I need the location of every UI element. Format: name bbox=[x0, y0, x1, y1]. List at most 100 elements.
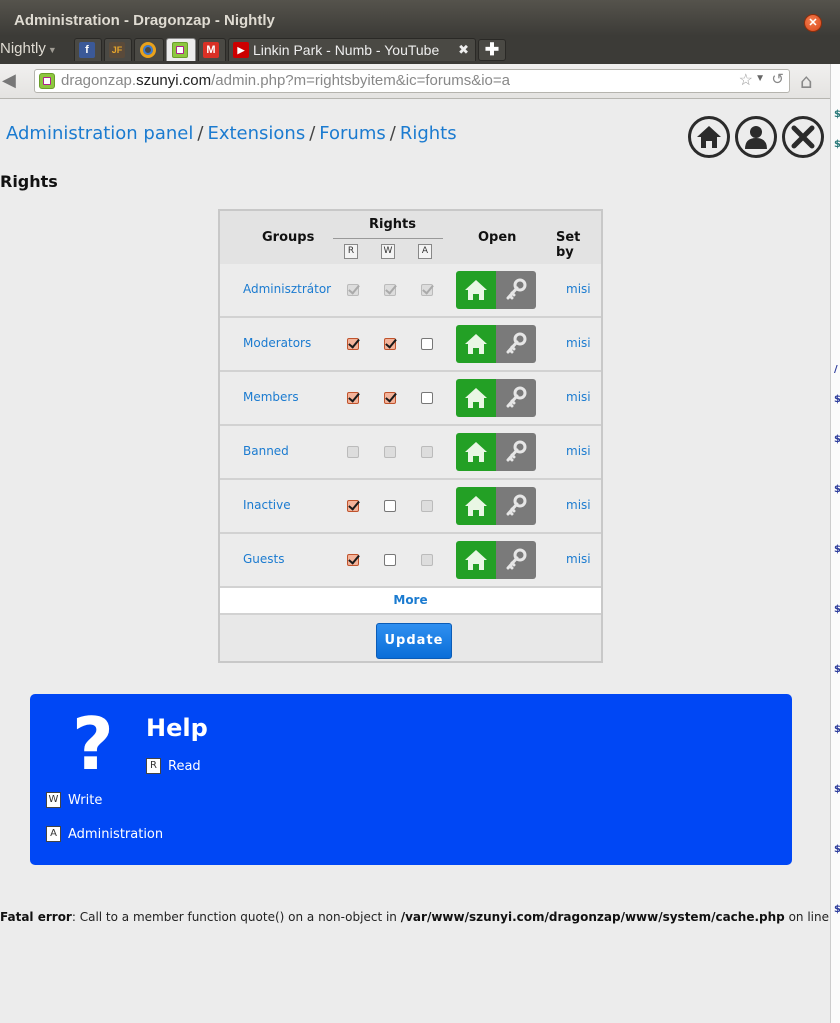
error-label: Fatal error bbox=[0, 910, 72, 924]
strip-mark: / bbox=[834, 364, 838, 375]
w-right-checkbox[interactable] bbox=[384, 554, 396, 566]
url-text[interactable]: dragonzap.szunyi.com/admin.php?m=rightsb… bbox=[61, 72, 510, 89]
r-right-checkbox[interactable] bbox=[347, 500, 359, 512]
open-key-icon[interactable] bbox=[496, 487, 536, 525]
tab-youtube[interactable]: ▶ Linkin Park - Numb - YouTube ✖ bbox=[228, 38, 476, 61]
r-right-checkbox[interactable] bbox=[347, 554, 359, 566]
open-home-icon[interactable] bbox=[456, 541, 496, 579]
a-right-checkbox[interactable] bbox=[421, 392, 433, 404]
open-actions bbox=[456, 433, 536, 471]
browser-home-icon[interactable]: ⌂ bbox=[800, 69, 813, 93]
open-key-icon[interactable] bbox=[496, 325, 536, 363]
tab-jf[interactable]: JF bbox=[104, 38, 132, 61]
r-right-checkbox bbox=[347, 446, 359, 458]
strip-mark: $ bbox=[834, 724, 840, 735]
groups-header: Groups bbox=[262, 230, 315, 245]
set-by-header: Set by bbox=[556, 230, 581, 260]
tab-firefox[interactable] bbox=[134, 38, 164, 61]
bookmark-star-icon[interactable]: ☆ bbox=[739, 70, 753, 90]
open-actions bbox=[456, 379, 536, 417]
strip-mark: $ bbox=[834, 484, 840, 495]
user-icon[interactable] bbox=[735, 116, 777, 158]
a-right-checkbox[interactable] bbox=[421, 338, 433, 350]
strip-mark: $ bbox=[834, 109, 840, 120]
back-arrow-icon[interactable]: ◀ bbox=[2, 70, 16, 91]
tab-close-icon[interactable]: ✖ bbox=[458, 42, 469, 58]
open-actions bbox=[456, 325, 536, 363]
read-key-badge: R bbox=[344, 244, 358, 259]
nightly-menu[interactable]: Nightly ▼ bbox=[0, 40, 57, 57]
strip-mark: $ bbox=[834, 604, 840, 615]
close-icon[interactable] bbox=[782, 116, 824, 158]
open-key-icon[interactable] bbox=[496, 271, 536, 309]
tab-bar: Nightly ▼ f JF M ▶ Linkin Park - Numb - Y… bbox=[0, 36, 840, 64]
youtube-icon: ▶ bbox=[233, 42, 249, 58]
group-name-link[interactable]: Banned bbox=[243, 444, 289, 458]
group-name-link[interactable]: Guests bbox=[243, 552, 285, 566]
update-button[interactable]: Update bbox=[376, 623, 452, 659]
url-bar[interactable]: dragonzap.szunyi.com/admin.php?m=rightsb… bbox=[34, 69, 790, 93]
page-content: Administration panel / Extensions / Forums / R… bbox=[0, 99, 830, 1023]
table-row: Moderators misi bbox=[220, 318, 601, 372]
a-right-checkbox bbox=[421, 500, 433, 512]
open-key-icon[interactable] bbox=[496, 541, 536, 579]
open-home-icon[interactable] bbox=[456, 433, 496, 471]
table-row: Inactive misi bbox=[220, 480, 601, 534]
reload-icon[interactable]: ↺ bbox=[771, 70, 784, 88]
breadcrumb-rights[interactable]: Rights bbox=[400, 123, 457, 144]
set-by-link[interactable]: misi bbox=[566, 390, 591, 404]
open-key-icon[interactable] bbox=[496, 379, 536, 417]
set-by-link[interactable]: misi bbox=[566, 552, 591, 566]
more-link[interactable]: More bbox=[393, 593, 427, 607]
strip-mark: $ bbox=[834, 139, 840, 150]
new-tab-button[interactable]: ✚ bbox=[478, 39, 506, 61]
tab-dragonzap-admin[interactable] bbox=[166, 38, 196, 61]
breadcrumb-administration-panel[interactable]: Administration panel bbox=[6, 123, 193, 144]
open-actions bbox=[456, 271, 536, 309]
table-row: Banned misi bbox=[220, 426, 601, 480]
w-right-checkbox[interactable] bbox=[384, 500, 396, 512]
group-name-link[interactable]: Members bbox=[243, 390, 299, 404]
nightly-menu-label: Nightly bbox=[0, 40, 46, 57]
rights-header: Rights bbox=[369, 217, 416, 232]
open-key-icon[interactable] bbox=[496, 433, 536, 471]
group-name-link[interactable]: Moderators bbox=[243, 336, 311, 350]
rights-table: Groups Rights R W A Open Set by Adminisz… bbox=[218, 209, 603, 663]
gmail-icon: M bbox=[203, 42, 219, 58]
set-by-link[interactable]: misi bbox=[566, 498, 591, 512]
set-by-link[interactable]: misi bbox=[566, 282, 591, 296]
help-panel: ? Help R Read W Write A Administration bbox=[30, 694, 792, 865]
w-right-checkbox[interactable] bbox=[384, 392, 396, 404]
home-icon[interactable] bbox=[688, 116, 730, 158]
breadcrumb-forums[interactable]: Forums bbox=[319, 123, 385, 144]
error-text: : Call to a member function quote() on a… bbox=[71, 910, 401, 924]
tab-gmail[interactable]: M bbox=[198, 38, 226, 61]
write-key-badge: W bbox=[381, 244, 395, 259]
group-name-link[interactable]: Inactive bbox=[243, 498, 291, 512]
group-name-link[interactable]: Adminisztrátor bbox=[243, 282, 331, 296]
firefox-ring-icon bbox=[140, 42, 156, 58]
set-by-link[interactable]: misi bbox=[566, 444, 591, 458]
r-right-checkbox bbox=[347, 284, 359, 296]
a-right-checkbox bbox=[421, 554, 433, 566]
r-right-checkbox[interactable] bbox=[347, 338, 359, 350]
error-on-line: on line bbox=[784, 910, 830, 924]
breadcrumb-extensions[interactable]: Extensions bbox=[207, 123, 305, 144]
strip-mark: $ bbox=[834, 394, 840, 405]
adjacent-window-strip: $ $ / $ $ $ $ $ $ $ $ $ $ bbox=[830, 64, 840, 1023]
open-home-icon[interactable] bbox=[456, 271, 496, 309]
strip-mark: $ bbox=[834, 664, 840, 675]
rights-table-header: Groups Rights R W A Open Set by bbox=[220, 211, 601, 266]
site-identity-icon[interactable] bbox=[39, 73, 55, 89]
open-home-icon[interactable] bbox=[456, 325, 496, 363]
jf-icon: JF bbox=[109, 42, 125, 58]
r-right-checkbox[interactable] bbox=[347, 392, 359, 404]
open-home-icon[interactable] bbox=[456, 379, 496, 417]
tab-facebook[interactable]: f bbox=[74, 38, 102, 61]
open-home-icon[interactable] bbox=[456, 487, 496, 525]
set-by-link[interactable]: misi bbox=[566, 336, 591, 350]
window-close-icon[interactable]: ✕ bbox=[804, 14, 822, 32]
w-right-checkbox[interactable] bbox=[384, 338, 396, 350]
url-dropdown-icon[interactable]: ▼ bbox=[755, 73, 765, 84]
error-path: /var/www/szunyi.com/dragonzap/www/system… bbox=[400, 910, 785, 924]
